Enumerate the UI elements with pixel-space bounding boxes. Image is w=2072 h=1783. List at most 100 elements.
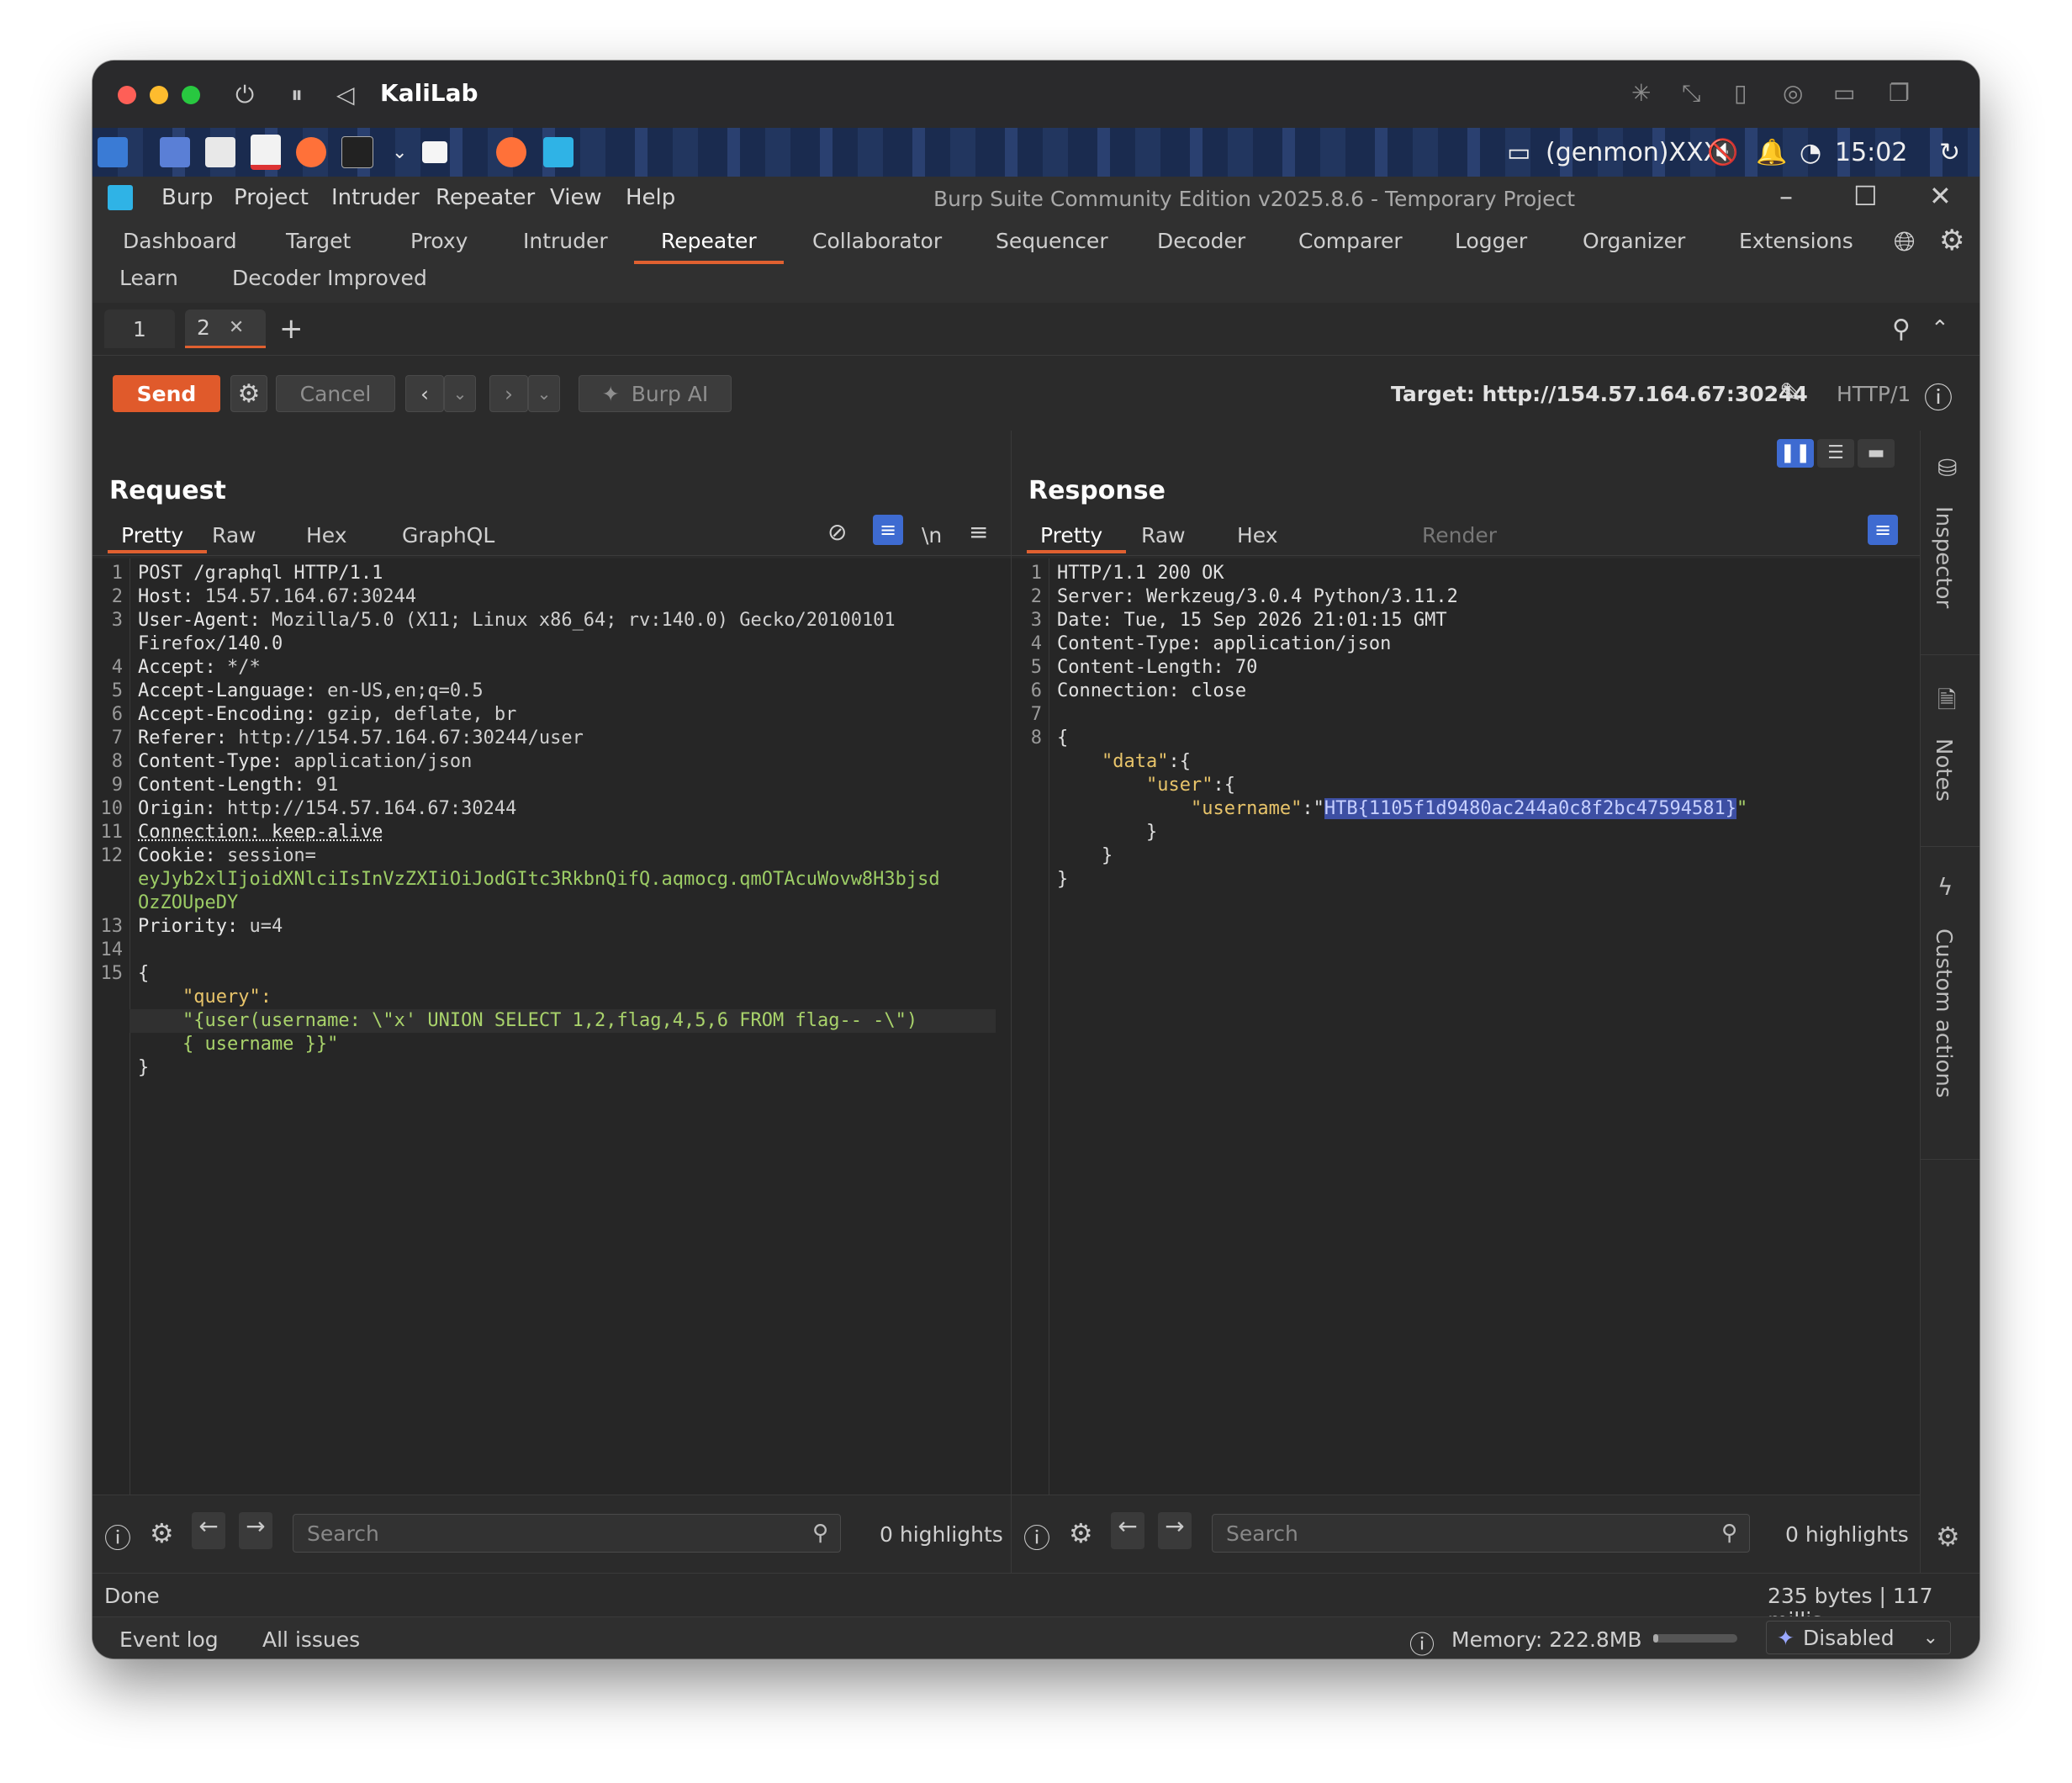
tab-repeater[interactable]: Repeater — [661, 229, 757, 253]
flag-value[interactable]: HTB{1105f1d9480ac244a0c8f2bc47594581} — [1324, 798, 1736, 819]
custom-actions-icon[interactable]: ϟ — [1937, 873, 1953, 901]
event-log-button[interactable]: Event log — [119, 1627, 219, 1652]
firefox-task-icon[interactable] — [496, 135, 526, 170]
tab-target[interactable]: Target — [286, 229, 351, 253]
usb-icon[interactable]: ▯ — [1734, 79, 1747, 107]
options-menu-icon[interactable]: ≡ — [969, 518, 988, 546]
cancel-button[interactable]: Cancel — [276, 375, 395, 412]
protocol-label[interactable]: HTTP/1 — [1837, 382, 1911, 406]
terminal-icon[interactable] — [341, 135, 373, 170]
chevron-up-icon[interactable]: ⌃ — [1931, 310, 1949, 348]
minimize-button[interactable] — [150, 86, 168, 104]
layout-side-by-side-icon[interactable]: ❚❚ — [1777, 439, 1814, 468]
tab-dashboard[interactable]: Dashboard — [123, 229, 237, 253]
help-icon[interactable]: ⓘ — [1924, 375, 1953, 416]
settings-gear-icon[interactable]: ⚙ — [1936, 1521, 1960, 1553]
request-tab-raw[interactable]: Raw — [212, 523, 256, 548]
help-icon[interactable]: ⓘ — [104, 1517, 131, 1556]
repeater-tab-2[interactable]: 2 ✕ — [185, 310, 266, 348]
kali-menu-icon[interactable] — [98, 135, 128, 170]
repeater-tab-1[interactable]: 1 — [104, 310, 175, 348]
files-icon[interactable] — [205, 135, 235, 170]
globe-icon[interactable]: 🌐︎ — [1894, 225, 1916, 258]
burp-ai-button[interactable]: ✦ Burp AI — [579, 375, 732, 412]
resize-icon[interactable]: ⤡ — [1682, 79, 1700, 108]
pause-icon[interactable]: ⏸ — [291, 81, 303, 109]
refresh-icon[interactable]: ↻ — [1939, 135, 1960, 170]
close-tab-icon[interactable]: ✕ — [229, 317, 244, 338]
tab-decoder-improved[interactable]: Decoder Improved — [232, 266, 427, 290]
next-match-icon[interactable]: → — [239, 1512, 272, 1549]
send-button[interactable]: Send — [113, 375, 220, 412]
request-search-input[interactable]: Search ⚲ — [293, 1514, 841, 1553]
tab-collaborator[interactable]: Collaborator — [812, 229, 942, 253]
all-issues-button[interactable]: All issues — [262, 1627, 360, 1652]
edit-target-icon[interactable]: ✎ — [1779, 377, 1802, 409]
send-settings-icon[interactable]: ⚙ — [230, 375, 267, 412]
add-tab-icon[interactable]: + — [279, 310, 304, 348]
disc-icon[interactable]: ◎ — [1783, 79, 1803, 107]
request-tab-hex[interactable]: Hex — [306, 523, 347, 548]
pretty-format-icon[interactable]: ≡ — [873, 515, 903, 545]
request-editor[interactable]: 1 POST /graphql HTTP/1.1 2 Host: 154.57.164… — [92, 558, 1011, 1495]
tab-extensions[interactable]: Extensions — [1739, 229, 1853, 253]
folder-icon[interactable]: ▭ — [1833, 79, 1855, 107]
minimize-window-icon[interactable]: – — [1779, 180, 1793, 212]
settings-gear-icon[interactable]: ⚙ — [150, 1517, 174, 1549]
newline-toggle-icon[interactable]: \n — [922, 523, 942, 548]
tab-proxy[interactable]: Proxy — [410, 229, 468, 253]
power-icon[interactable]: ⏻ — [235, 81, 254, 109]
firefox-icon[interactable] — [296, 135, 326, 170]
close-button[interactable] — [118, 86, 136, 104]
sidebar-inspector[interactable]: Inspector — [1931, 506, 1956, 608]
request-tab-pretty[interactable]: Pretty — [121, 523, 183, 548]
ai-toggle-dropdown[interactable]: ✦ Disabled ⌄ — [1766, 1621, 1951, 1654]
tab-learn[interactable]: Learn — [119, 266, 178, 290]
response-search-input[interactable]: Search ⚲ — [1212, 1514, 1750, 1553]
settings-gear-icon[interactable]: ⚙ — [1939, 224, 1964, 257]
response-tab-hex[interactable]: Hex — [1237, 523, 1278, 548]
history-back-dropdown-icon[interactable]: ⌄ — [444, 375, 476, 412]
inspector-icon[interactable]: ⛁ — [1937, 454, 1957, 482]
next-request-icon[interactable]: › — [489, 375, 528, 412]
previous-match-icon[interactable]: ← — [192, 1512, 225, 1549]
workspace-icon[interactable] — [422, 135, 447, 170]
close-window-icon[interactable]: ✕ — [1929, 180, 1952, 212]
notes-icon[interactable]: 🗎 — [1937, 683, 1957, 723]
desktop-icon[interactable] — [160, 135, 190, 170]
sidebar-custom-actions[interactable]: Custom actions — [1931, 929, 1956, 1098]
response-editor[interactable]: 1 HTTP/1.1 200 OK 2 Server: Werkzeug/3.0.4 … — [1012, 558, 1920, 1495]
previous-request-icon[interactable]: ‹ — [405, 375, 444, 412]
search-icon[interactable]: ⚲ — [1892, 310, 1911, 348]
tab-logger[interactable]: Logger — [1455, 229, 1527, 253]
tab-decoder[interactable]: Decoder — [1157, 229, 1245, 253]
tab-intruder[interactable]: Intruder — [523, 229, 608, 253]
layout-stacked-icon[interactable]: ☰ — [1817, 439, 1854, 468]
layout-single-icon[interactable]: ▬ — [1858, 439, 1895, 468]
settings-gear-icon[interactable]: ⚙ — [1069, 1517, 1093, 1549]
tab-organizer[interactable]: Organizer — [1583, 229, 1685, 253]
history-forward-dropdown-icon[interactable]: ⌄ — [528, 375, 560, 412]
response-tab-raw[interactable]: Raw — [1141, 523, 1186, 548]
bell-icon[interactable]: 🔔 — [1756, 135, 1787, 170]
menu-help[interactable]: Help — [626, 185, 675, 210]
burp-task-icon[interactable] — [543, 135, 574, 170]
help-icon[interactable]: ⓘ — [1023, 1517, 1050, 1556]
response-tab-render[interactable]: Render — [1422, 523, 1497, 548]
menu-view[interactable]: View — [550, 185, 602, 210]
response-tab-pretty[interactable]: Pretty — [1040, 523, 1102, 548]
hide-headers-icon[interactable]: ⊘ — [827, 518, 847, 546]
tab-comparer[interactable]: Comparer — [1298, 229, 1403, 253]
sidebar-notes[interactable]: Notes — [1931, 738, 1956, 802]
previous-match-icon[interactable]: ← — [1111, 1512, 1144, 1549]
menu-repeater[interactable]: Repeater — [436, 185, 535, 210]
request-tab-graphql[interactable]: GraphQL — [402, 523, 494, 548]
back-triangle-icon[interactable]: ◁ — [336, 81, 355, 108]
text-editor-icon[interactable] — [251, 135, 281, 170]
brightness-icon[interactable]: ✳ — [1631, 79, 1651, 107]
windows-icon[interactable]: ❐ — [1889, 79, 1910, 107]
mute-icon[interactable]: 🔇 — [1707, 135, 1738, 170]
maximize-window-icon[interactable]: ☐ — [1853, 180, 1878, 212]
next-match-icon[interactable]: → — [1158, 1512, 1192, 1549]
menu-intruder[interactable]: Intruder — [331, 185, 420, 210]
